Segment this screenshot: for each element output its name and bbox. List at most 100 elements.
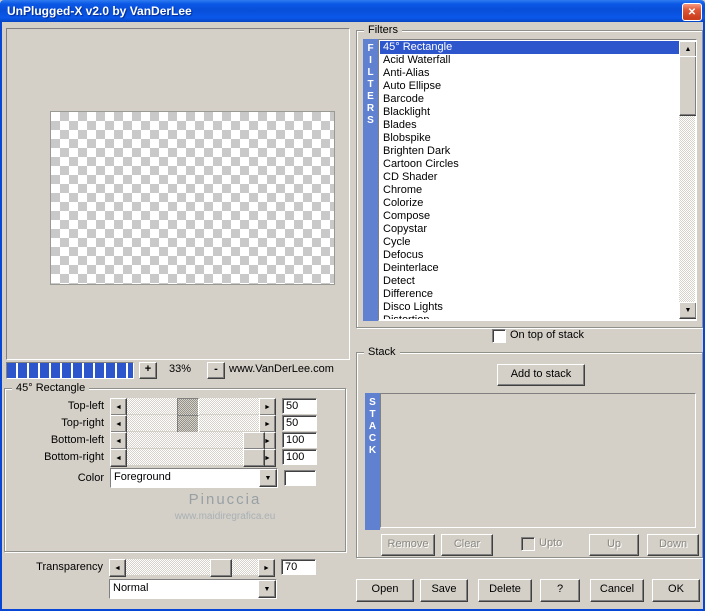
filter-list-item[interactable]: Cycle: [380, 236, 679, 249]
arrow-left-icon[interactable]: ◄: [109, 559, 126, 577]
upto-checkbox[interactable]: [521, 537, 535, 551]
filter-list-item[interactable]: Compose: [380, 210, 679, 223]
arrow-left-icon[interactable]: ◄: [110, 432, 127, 450]
filters-group: Filters F I L T E R S 45° Rectangle Acid…: [356, 23, 703, 328]
filters-list: 45° Rectangle Acid Waterfall Anti-Alias …: [380, 41, 679, 319]
chevron-down-icon[interactable]: ▼: [258, 580, 276, 598]
filter-list-item[interactable]: Chrome: [380, 184, 679, 197]
filter-list-item[interactable]: Difference: [380, 288, 679, 301]
bottom-left-label: Bottom-left: [50, 434, 104, 446]
top-left-slider[interactable]: ◄ ►: [110, 398, 276, 416]
strip-letter: S: [369, 397, 376, 408]
on-top-of-stack-checkbox[interactable]: [492, 329, 506, 343]
zoom-out-button[interactable]: -: [207, 362, 225, 379]
filter-list-item[interactable]: Brighten Dark: [380, 145, 679, 158]
open-button[interactable]: Open: [356, 579, 414, 602]
up-button[interactable]: Up: [589, 534, 639, 556]
top-left-thumb[interactable]: [177, 398, 199, 416]
filter-list-item[interactable]: Blades: [380, 119, 679, 132]
transparency-thumb[interactable]: [210, 559, 232, 577]
preview-transparency-image[interactable]: [50, 111, 335, 285]
delete-button[interactable]: Delete: [478, 579, 532, 602]
bottom-left-slider[interactable]: ◄ ►: [110, 432, 276, 450]
arrow-left-icon[interactable]: ◄: [110, 398, 127, 416]
help-button[interactable]: ?: [540, 579, 580, 602]
top-left-track[interactable]: [127, 398, 259, 416]
add-to-stack-button[interactable]: Add to stack: [497, 364, 585, 386]
filters-listbox[interactable]: 45° Rectangle Acid Waterfall Anti-Alias …: [378, 39, 697, 321]
filter-list-item[interactable]: Deinterlace: [380, 262, 679, 275]
ok-button[interactable]: OK: [652, 579, 700, 602]
top-left-value[interactable]: 50: [282, 398, 317, 414]
bottom-right-value[interactable]: 100: [282, 449, 317, 465]
vanderlee-link[interactable]: www.VanDerLee.com: [229, 363, 334, 375]
filter-list-item[interactable]: Blacklight: [380, 106, 679, 119]
window-title: UnPlugged-X v2.0 by VanDerLee: [7, 4, 192, 18]
bottom-right-thumb[interactable]: [243, 449, 265, 467]
filter-list-item[interactable]: Colorize: [380, 197, 679, 210]
chevron-down-icon[interactable]: ▼: [259, 469, 277, 487]
strip-letter: T: [369, 409, 376, 420]
bottom-left-thumb[interactable]: [243, 432, 265, 450]
filter-list-item[interactable]: Distortion: [380, 314, 679, 319]
down-button[interactable]: Down: [647, 534, 699, 556]
filter-list-item[interactable]: Blobspike: [380, 132, 679, 145]
transparency-row: Transparency ◄ ► 70: [8, 559, 338, 577]
top-right-slider[interactable]: ◄ ►: [110, 415, 276, 433]
top-right-thumb[interactable]: [177, 415, 199, 433]
filter-list-item[interactable]: Defocus: [380, 249, 679, 262]
save-button[interactable]: Save: [420, 579, 468, 602]
filters-scrollbar[interactable]: ▲ ▼: [679, 41, 696, 319]
strip-letter: F: [367, 43, 374, 54]
bottom-left-value[interactable]: 100: [282, 432, 317, 448]
top-right-track[interactable]: [127, 415, 259, 433]
strip-letter: T: [367, 79, 374, 90]
bottom-right-slider[interactable]: ◄ ►: [110, 449, 276, 467]
filter-list-item[interactable]: Anti-Alias: [380, 67, 679, 80]
remove-button[interactable]: Remove: [381, 534, 435, 556]
watermark-site: www.maidiregrafica.eu: [174, 511, 276, 522]
bottom-right-row: Bottom-right ◄ ► 100: [9, 449, 339, 467]
stack-strip: S T A C K: [365, 393, 380, 530]
watermark-name: Pinuccia: [188, 491, 262, 508]
transparency-slider[interactable]: ◄ ►: [109, 559, 275, 577]
titlebar[interactable]: UnPlugged-X v2.0 by VanDerLee ✕: [0, 0, 705, 22]
scroll-down-icon[interactable]: ▼: [679, 302, 696, 319]
on-top-of-stack-label: On top of stack: [510, 329, 584, 341]
filter-list-item[interactable]: Barcode: [380, 93, 679, 106]
filter-list-item[interactable]: 45° Rectangle: [380, 41, 679, 54]
top-right-value[interactable]: 50: [282, 415, 317, 431]
zoom-value: 33%: [168, 363, 192, 375]
bottom-right-track[interactable]: [127, 449, 265, 467]
arrow-left-icon[interactable]: ◄: [110, 415, 127, 433]
close-icon: ✕: [687, 6, 697, 18]
arrow-left-icon[interactable]: ◄: [110, 449, 127, 467]
arrow-right-icon[interactable]: ►: [258, 559, 275, 577]
color-swatch[interactable]: [284, 470, 316, 486]
zoom-in-button[interactable]: +: [139, 362, 157, 379]
transparency-track[interactable]: [126, 559, 258, 577]
filter-list-item[interactable]: CD Shader: [380, 171, 679, 184]
arrow-right-icon[interactable]: ►: [259, 415, 276, 433]
parameters-group: 45° Rectangle Top-left ◄ ► 50 Top-right …: [4, 381, 346, 552]
cancel-button[interactable]: Cancel: [590, 579, 644, 602]
filter-list-item[interactable]: Disco Lights: [380, 301, 679, 314]
filter-list-item[interactable]: Cartoon Circles: [380, 158, 679, 171]
color-dropdown[interactable]: Foreground ▼: [110, 468, 278, 488]
blend-mode-dropdown[interactable]: Normal ▼: [109, 579, 277, 599]
transparency-value[interactable]: 70: [281, 559, 316, 575]
scrollbar-thumb[interactable]: [679, 56, 696, 116]
bottom-left-row: Bottom-left ◄ ► 100: [9, 432, 339, 450]
filter-list-item[interactable]: Copystar: [380, 223, 679, 236]
clear-button[interactable]: Clear: [441, 534, 493, 556]
preview-panel[interactable]: [6, 28, 350, 360]
filter-list-item[interactable]: Auto Ellipse: [380, 80, 679, 93]
stack-list[interactable]: [380, 393, 696, 528]
bottom-left-track[interactable]: [127, 432, 265, 450]
filter-list-item[interactable]: Acid Waterfall: [380, 54, 679, 67]
arrow-right-icon[interactable]: ►: [259, 398, 276, 416]
close-button[interactable]: ✕: [682, 3, 702, 21]
filter-list-item[interactable]: Detect: [380, 275, 679, 288]
upto-label: Upto: [539, 537, 563, 549]
parameters-group-label: 45° Rectangle: [12, 381, 90, 395]
